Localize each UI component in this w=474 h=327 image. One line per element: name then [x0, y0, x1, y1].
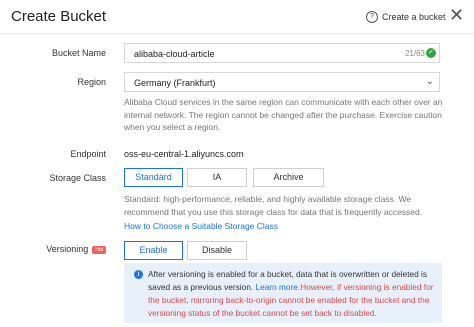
region-label: Region — [77, 77, 106, 87]
help-circle-icon: ? — [366, 11, 378, 23]
storage-class-standard[interactable]: Standard — [124, 168, 183, 187]
versioning-label-text: Versioning — [46, 244, 89, 254]
storage-class-note: Standard: high-performance, reliable, an… — [124, 194, 423, 217]
storage-class-label: Storage Class — [49, 173, 106, 183]
bucket-name-label: Bucket Name — [51, 48, 106, 58]
versioning-enable[interactable]: Enable — [124, 241, 183, 260]
region-selected-value: Germany (Frankfurt) — [134, 78, 216, 88]
dialog-header: Create Bucket ? Create a bucket ✕ — [0, 0, 474, 34]
hot-badge: Hot — [92, 245, 106, 254]
versioning-disable[interactable]: Disable — [187, 241, 247, 260]
versioning-info-text: After versioning is enabled for a bucket… — [148, 268, 436, 320]
versioning-label: Versioning Hot — [10, 244, 106, 254]
endpoint-label: Endpoint — [70, 149, 106, 159]
bucket-name-input[interactable]: alibaba-cloud-article 21/63 ✓ — [124, 43, 440, 63]
region-select[interactable]: Germany (Frankfurt) ⌄ — [124, 72, 440, 92]
check-circle-icon: ✓ — [426, 48, 436, 58]
bucket-name-value: alibaba-cloud-article — [134, 49, 215, 59]
create-bucket-help-link[interactable]: ? Create a bucket — [366, 11, 446, 23]
storage-class-guide-link[interactable]: How to Choose a Suitable Storage Class — [124, 221, 278, 231]
dialog-title: Create Bucket — [11, 8, 107, 25]
storage-class-ia[interactable]: IA — [187, 168, 247, 187]
close-icon[interactable]: ✕ — [449, 6, 464, 24]
storage-class-archive[interactable]: Archive — [253, 168, 324, 187]
help-link-label: Create a bucket — [382, 12, 446, 22]
region-note: Alibaba Cloud services in the same regio… — [124, 97, 443, 132]
versioning-info-box: i After versioning is enabled for a buck… — [124, 263, 442, 323]
endpoint-value: oss-eu-central-1.aliyuncs.com — [124, 149, 244, 159]
bucket-name-counter: 21/63 — [404, 49, 425, 58]
chevron-down-icon: ⌄ — [425, 76, 434, 87]
info-icon: i — [134, 270, 143, 279]
learn-more-link[interactable]: Learn more. — [255, 282, 300, 292]
